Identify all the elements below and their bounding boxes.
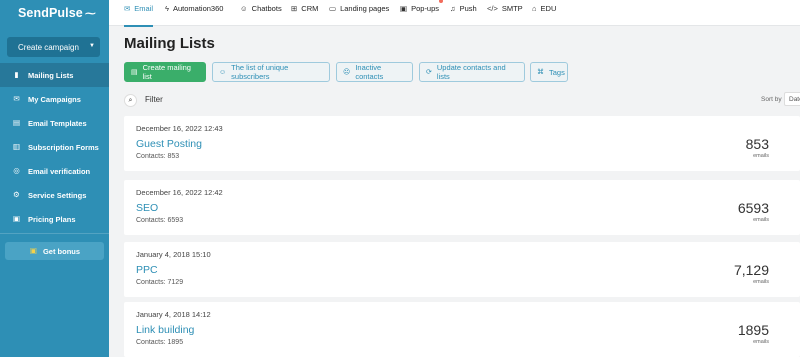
list-date: December 16, 2022 12:42 — [136, 188, 223, 197]
list-contacts: Contacts: 7129 — [136, 279, 184, 286]
tab-smtp[interactable]: </> SMTP — [487, 0, 523, 26]
gear-icon: ⚙ — [13, 190, 20, 200]
list-email-unit: emails — [753, 279, 769, 285]
filter-label[interactable]: Filter — [145, 95, 163, 104]
list-icon: ▤ — [131, 69, 138, 76]
list-contacts: Contacts: 1895 — [136, 339, 184, 346]
update-contacts-button[interactable]: ⟳ Update contacts and lists — [419, 62, 525, 82]
template-icon: ▤ — [12, 118, 21, 128]
inactive-contacts-button[interactable]: ☹ Inactive contacts — [336, 62, 413, 82]
list-email-count: 853 — [745, 136, 769, 152]
list-contacts: Contacts: 853 — [136, 153, 180, 160]
sidebar-item-subscription-forms[interactable]: ▥ Subscription Forms — [0, 135, 109, 159]
verify-icon: ◎ — [13, 166, 20, 176]
tags-button[interactable]: ⌘ Tags — [530, 62, 568, 82]
list-name-link[interactable]: SEO — [136, 202, 158, 214]
caret-down-icon[interactable]: ▼ — [89, 43, 95, 49]
list-email-unit: emails — [753, 339, 769, 345]
list-contacts: Contacts: 6593 — [136, 217, 184, 224]
sidebar-item-email-templates[interactable]: ▤ Email Templates — [0, 111, 109, 135]
sidebar: SendPulse ⁓ Create campaign ▼ ▮ Mailing L… — [0, 0, 109, 357]
tab-chatbots[interactable]: ☺ Chatbots — [240, 0, 282, 26]
list-name-link[interactable]: Link building — [136, 324, 194, 336]
sendpulse-logo[interactable]: SendPulse ⁓ — [0, 0, 109, 26]
logo-wave-icon: ⁓ — [84, 7, 96, 20]
tab-pop-ups[interactable]: ▣ Pop-ups — [400, 0, 444, 26]
list-email-unit: emails — [753, 153, 769, 159]
sidebar-item-service-settings[interactable]: ⚙ Service Settings — [0, 183, 109, 207]
sidebar-item-my-campaigns[interactable]: ✉ My Campaigns — [0, 87, 109, 111]
list-name-link[interactable]: PPC — [136, 264, 158, 276]
tab-landing-pages[interactable]: ▭ Landing pages — [329, 0, 389, 26]
list-name-link[interactable]: Guest Posting — [136, 138, 202, 150]
sort-label: Sort by — [761, 96, 782, 103]
user-sync-icon: ⟳ — [426, 69, 432, 76]
top-navigation: ✉ Email ϟ Automation360 ☺ Chatbots ⊞ CRM… — [109, 0, 800, 27]
list-email-count: 6593 — [737, 200, 769, 216]
user-inactive-icon: ☹ — [343, 69, 351, 76]
tab-crm[interactable]: ⊞ CRM — [291, 0, 318, 26]
tab-email[interactable]: ✉ Email — [124, 0, 154, 27]
page-title: Mailing Lists — [124, 35, 215, 52]
tab-edu[interactable]: ⌂ EDU — [532, 0, 556, 26]
list-email-count: 7,129 — [733, 262, 769, 278]
tab-automation360[interactable]: ϟ Automation360 — [165, 0, 223, 26]
search-icon[interactable]: ⌕ — [124, 94, 137, 107]
megaphone-icon: ✉ — [13, 94, 20, 104]
chatbot-icon: ☺ — [240, 4, 248, 13]
mailing-list-card[interactable]: December 16, 2022 12:43 Guest Posting Co… — [124, 116, 800, 171]
mailing-list-card[interactable]: January 4, 2018 14:12 Link building Cont… — [124, 302, 800, 357]
list-email-unit: emails — [753, 217, 769, 223]
book-icon: ▮ — [14, 70, 19, 80]
form-icon: ▥ — [12, 142, 21, 152]
sidebar-divider — [0, 233, 109, 234]
unique-subscribers-button[interactable]: ☺ The list of unique subscribers — [212, 62, 330, 82]
tag-icon: ⌘ — [537, 69, 544, 76]
landing-icon: ▭ — [329, 4, 337, 13]
graduation-icon: ⌂ — [532, 4, 537, 13]
list-date: January 4, 2018 14:12 — [136, 310, 211, 319]
user-icon: ☺ — [219, 68, 227, 76]
create-mailing-list-button[interactable]: ▤ Create mailing list — [124, 62, 206, 82]
create-campaign-button[interactable]: Create campaign ▼ — [7, 37, 100, 57]
automation-icon: ϟ — [165, 4, 169, 13]
bell-icon: ♫ — [450, 4, 456, 13]
list-date: December 16, 2022 12:43 — [136, 124, 223, 133]
mailing-list-card[interactable]: January 4, 2018 15:10 PPC Contacts: 7129… — [124, 242, 800, 297]
pricing-icon: ▣ — [12, 214, 21, 224]
code-icon: </> — [487, 4, 498, 13]
get-bonus-button[interactable]: ▣ Get bonus — [5, 242, 104, 260]
popup-icon: ▣ — [400, 4, 408, 13]
notification-badge — [439, 0, 444, 3]
gift-icon: ▣ — [29, 246, 37, 256]
sort-select[interactable]: Date — [784, 92, 800, 106]
email-icon: ✉ — [124, 4, 131, 13]
sidebar-item-mailing-lists[interactable]: ▮ Mailing Lists — [0, 63, 109, 87]
crm-icon: ⊞ — [291, 4, 298, 13]
list-date: January 4, 2018 15:10 — [136, 250, 211, 259]
sidebar-item-email-verification[interactable]: ◎ Email verification — [0, 159, 109, 183]
sidebar-nav: ▮ Mailing Lists ✉ My Campaigns ▤ Email T… — [0, 63, 109, 231]
sidebar-item-pricing-plans[interactable]: ▣ Pricing Plans — [0, 207, 109, 231]
list-email-count: 1895 — [737, 322, 769, 338]
tab-push[interactable]: ♫ Push — [450, 0, 477, 26]
mailing-list-card[interactable]: December 16, 2022 12:42 SEO Contacts: 65… — [124, 180, 800, 235]
